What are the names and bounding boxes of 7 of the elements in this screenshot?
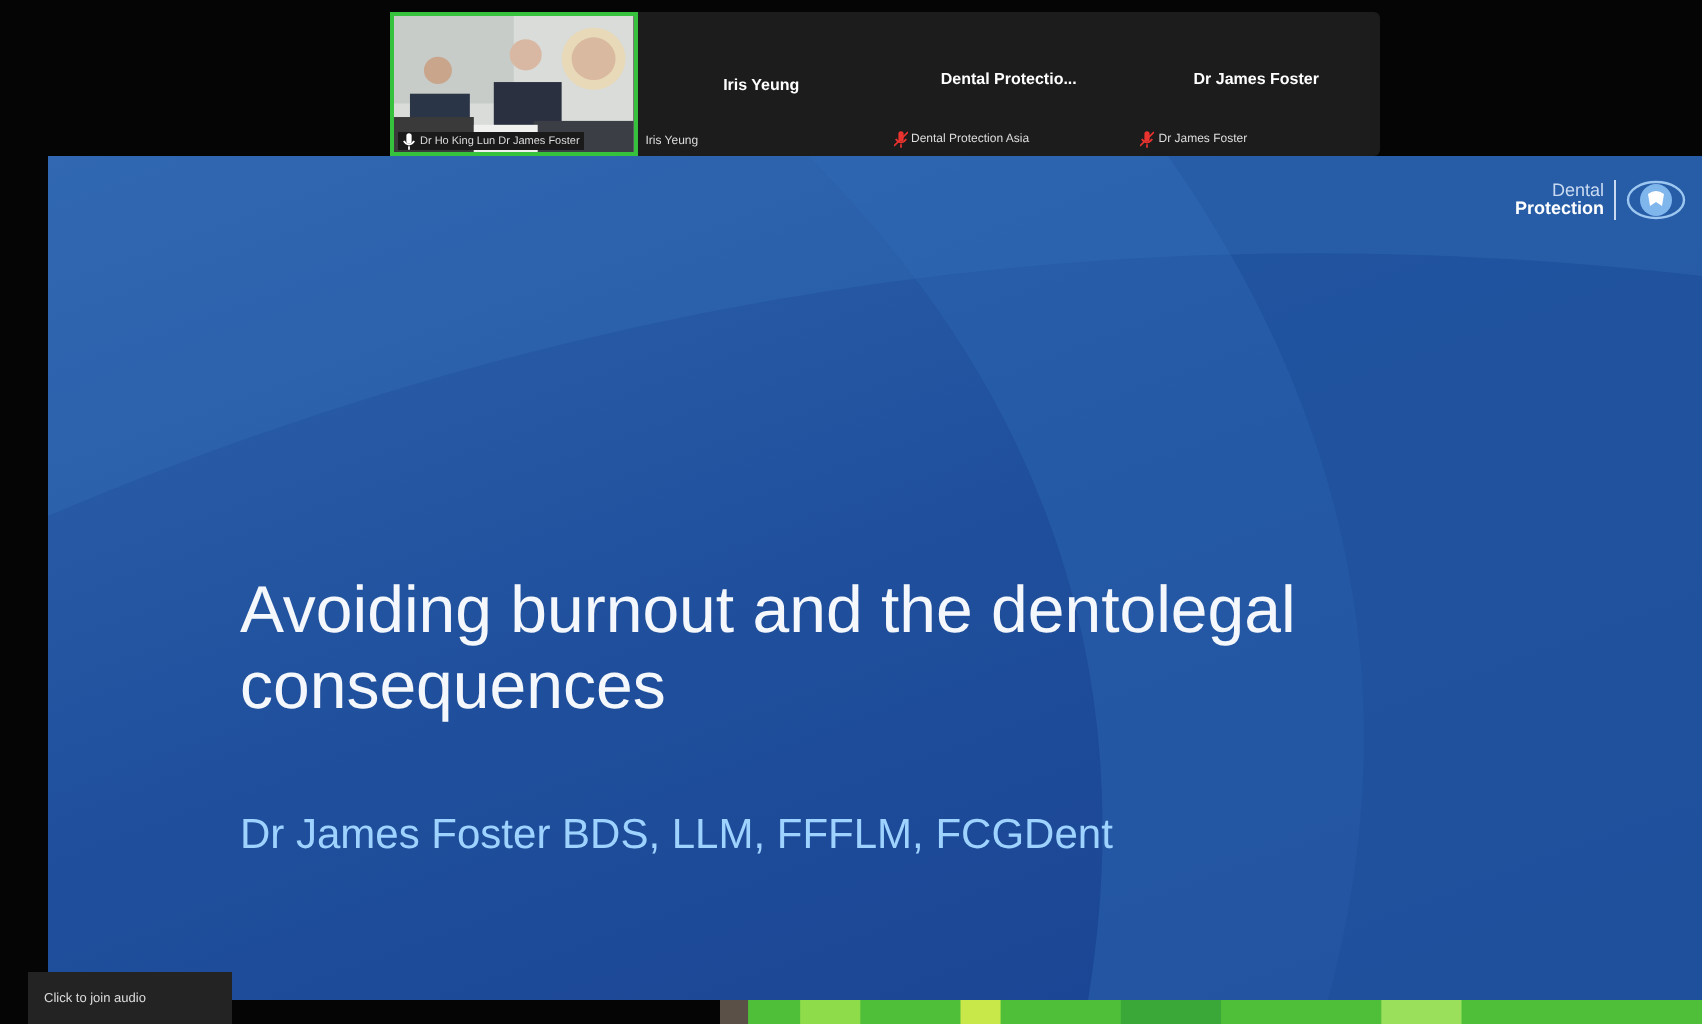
participant-name: Dental Protectio...: [940, 70, 1077, 88]
participant-name: Iris Yeung: [723, 76, 800, 94]
logo-text: Protection: [1514, 200, 1604, 218]
presenter-name: Dr James Foster BDS, LLM, FFFLM, FCGDent: [240, 812, 1115, 860]
slide-title: Avoiding burnout and the dentolegal consequences: [240, 572, 1298, 724]
logo-text: Dental: [1551, 182, 1604, 200]
participant-name: Dr James Foster: [1193, 70, 1319, 88]
